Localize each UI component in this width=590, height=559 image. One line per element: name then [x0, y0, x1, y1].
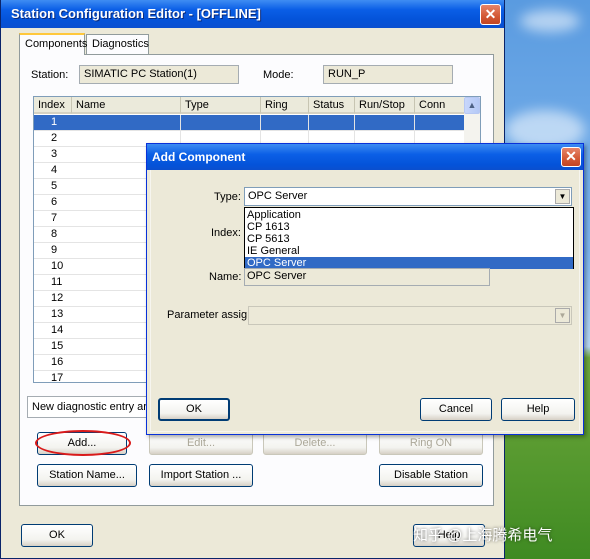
row-index: 5	[34, 179, 72, 195]
annotation-circle	[35, 430, 131, 456]
table-cell	[355, 115, 415, 131]
window-title: Station Configuration Editor - [OFFLINE]	[11, 6, 261, 21]
tab-components[interactable]: Components	[19, 33, 87, 55]
row-index: 15	[34, 339, 72, 355]
type-label: Type:	[214, 191, 241, 203]
chevron-down-icon[interactable]: ▼	[555, 308, 570, 323]
row-index: 7	[34, 211, 72, 227]
tab-diagnostics[interactable]: Diagnostics	[86, 34, 149, 55]
row-index: 14	[34, 323, 72, 339]
edit-button[interactable]: Edit...	[149, 432, 253, 455]
dialog-title: Add Component	[152, 150, 246, 164]
row-index: 11	[34, 275, 72, 291]
row-index: 9	[34, 243, 72, 259]
column-header-status[interactable]: Status	[309, 97, 355, 114]
row-index: 3	[34, 147, 72, 163]
name-label: Name:	[209, 271, 242, 283]
ok-button[interactable]: OK	[21, 524, 93, 547]
name-field[interactable]: OPC Server	[244, 268, 490, 286]
disable-station-button[interactable]: Disable Station	[379, 464, 483, 487]
column-header-conn[interactable]: Conn	[415, 97, 466, 114]
row-index: 2	[34, 131, 72, 147]
table-cell	[181, 115, 261, 131]
row-index: 13	[34, 307, 72, 323]
dropdown-option[interactable]: IE General	[245, 245, 573, 257]
delete-button[interactable]: Delete...	[263, 432, 367, 455]
ring-on-button[interactable]: Ring ON	[379, 432, 483, 455]
row-index: 17	[34, 371, 72, 382]
table-cell	[415, 115, 466, 131]
close-icon[interactable]: ✕	[480, 4, 501, 25]
station-name-button[interactable]: Station Name...	[37, 464, 137, 487]
dropdown-option[interactable]: CP 1613	[245, 221, 573, 233]
table-cell	[309, 115, 355, 131]
table-cell	[72, 115, 181, 131]
station-label: Station:	[31, 69, 69, 81]
dropdown-option[interactable]: Application	[245, 209, 573, 221]
column-header-name[interactable]: Name	[72, 97, 181, 114]
dialog-cancel-button[interactable]: Cancel	[420, 398, 492, 421]
parameter-assignment-label: Parameter assig.:	[167, 309, 254, 321]
dialog-title-bar[interactable]: Add Component ✕	[147, 144, 583, 170]
type-dropdown-list[interactable]: Application CP 1613 CP 5613 IE General OPC S…	[244, 207, 574, 269]
row-index: 4	[34, 163, 72, 179]
row-index: 16	[34, 355, 72, 371]
table-header: Index Name Type Ring Status Run/Stop Con…	[34, 97, 466, 114]
dialog-ok-button[interactable]: OK	[158, 398, 230, 421]
mode-field: RUN_P	[323, 65, 453, 84]
row-index: 6	[34, 195, 72, 211]
dropdown-option[interactable]: CP 5613	[245, 233, 573, 245]
index-label: Index:	[211, 227, 241, 239]
column-header-ring[interactable]: Ring	[261, 97, 309, 114]
import-station-button[interactable]: Import Station ...	[149, 464, 253, 487]
row-index: 1	[34, 115, 72, 131]
column-header-index[interactable]: Index	[34, 97, 72, 114]
table-cell	[261, 115, 309, 131]
station-name-field: SIMATIC PC Station(1)	[79, 65, 239, 84]
column-header-type[interactable]: Type	[181, 97, 261, 114]
type-select-value: OPC Server	[248, 190, 308, 202]
dialog-close-icon[interactable]: ✕	[561, 147, 581, 167]
scroll-up-icon[interactable]: ▲	[464, 97, 480, 114]
watermark-text: 知乎 @上海腾希电气	[413, 527, 553, 544]
row-index: 10	[34, 259, 72, 275]
cloud-decoration	[520, 10, 580, 32]
dialog-help-button[interactable]: Help	[501, 398, 575, 421]
row-index: 12	[34, 291, 72, 307]
table-row[interactable]: 1	[34, 115, 466, 131]
column-header-run-stop[interactable]: Run/Stop	[355, 97, 415, 114]
row-index: 8	[34, 227, 72, 243]
type-select[interactable]: OPC Server ▼	[244, 187, 572, 206]
mode-label: Mode:	[263, 69, 294, 81]
chevron-down-icon[interactable]: ▼	[555, 189, 570, 204]
parameter-assignment-select[interactable]: ▼	[248, 306, 572, 325]
title-bar[interactable]: Station Configuration Editor - [OFFLINE]…	[1, 0, 504, 28]
